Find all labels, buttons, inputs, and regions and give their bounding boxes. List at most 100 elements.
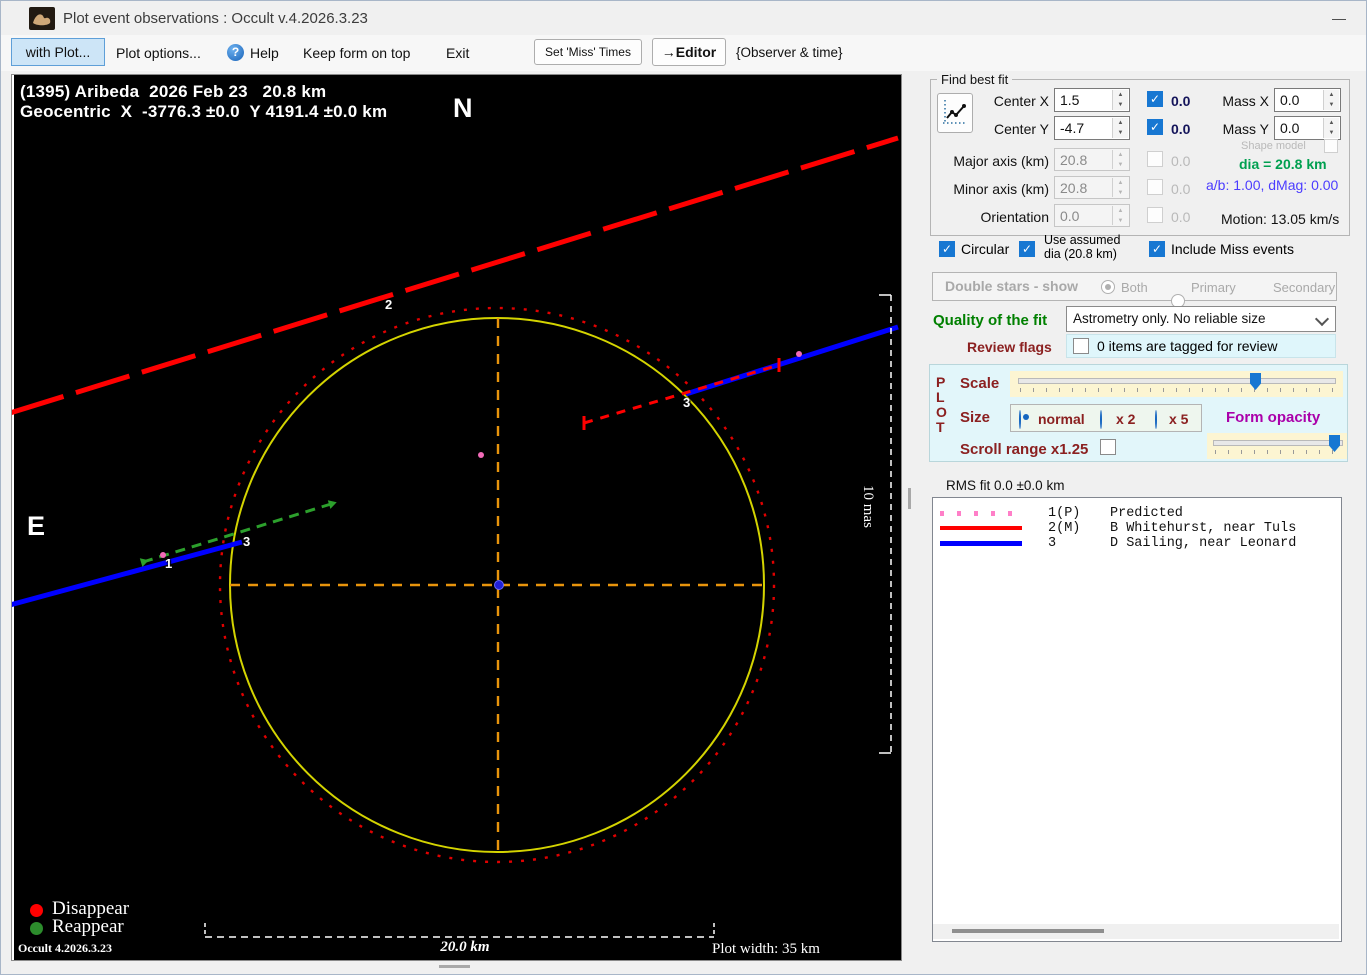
major-axis-value: 20.8 (1060, 152, 1088, 168)
check-icon: ✓ (1149, 92, 1161, 106)
chord-label-3-reappear: 3 (243, 534, 251, 549)
predicted-dot (478, 452, 484, 458)
size-x2-radio[interactable] (1100, 410, 1102, 429)
minor-axis-label: Minor axis (km) (953, 181, 1049, 197)
center-y-error: 0.0 (1171, 121, 1191, 137)
double-secondary-label: Secondary (1273, 280, 1336, 295)
mass-x-value: 0.0 (1280, 92, 1300, 108)
spin-down-icon: ▼ (1117, 218, 1124, 224)
review-flags-checkbox[interactable] (1073, 338, 1089, 354)
motion-label: Motion: 13.05 km/s (1221, 211, 1340, 227)
minor-axis-error: 0.0 (1171, 181, 1191, 197)
title-bar: Plot event observations : Occult v.4.202… (1, 1, 1366, 35)
mass-y-input[interactable]: 0.0 ▲ ▼ (1274, 116, 1341, 140)
horizontal-splitter-handle[interactable] (439, 965, 470, 968)
spin-down-icon: ▼ (1328, 130, 1335, 136)
include-miss-checkbox[interactable]: ✓ (1149, 241, 1165, 257)
hscrollbar-thumb[interactable] (952, 929, 1104, 933)
spin-down-icon: ▼ (1328, 102, 1335, 108)
help-icon[interactable]: ? (227, 44, 244, 61)
center-y-spinner[interactable]: ▲ ▼ (1112, 118, 1128, 138)
plot-controls-panel: P L O T Scale Size normal x 2 x 5 Form o… (929, 364, 1348, 462)
scale-label: Scale (960, 375, 1000, 392)
form-opacity-slider[interactable] (1207, 433, 1347, 459)
mass-x-spinner[interactable]: ▲ ▼ (1323, 90, 1339, 110)
minor-axis-checkbox[interactable] (1147, 179, 1163, 195)
major-axis-spinner: ▲ ▼ (1112, 150, 1128, 169)
plot-title: (1395) Aribeda 2026 Feb 23 20.8 km (20, 82, 327, 101)
center-y-label: Center Y (994, 121, 1049, 137)
compass-east: E (27, 511, 46, 541)
spin-up-icon: ▲ (1117, 92, 1124, 98)
chord-list[interactable]: 1(P) Predicted 2(M) B Whitehurst, near T… (932, 497, 1342, 942)
scalebar-label: 20.0 km (440, 939, 490, 955)
use-assumed-label: Use assumed dia (20.8 km) (1044, 233, 1120, 261)
menu-keep-on-top[interactable]: Keep form on top (303, 41, 410, 65)
center-x-checkbox[interactable]: ✓ (1147, 91, 1163, 107)
orientation-checkbox[interactable] (1147, 207, 1163, 223)
mass-y-spinner[interactable]: ▲ ▼ (1323, 118, 1339, 138)
spin-down-icon: ▼ (1117, 130, 1124, 136)
spin-up-icon: ▲ (1328, 92, 1335, 98)
plot-letter-l: L (936, 389, 945, 405)
chord-3-segment-left[interactable] (12, 539, 243, 608)
menu-with-plot[interactable]: with Plot... (11, 38, 105, 66)
center-y-checkbox[interactable]: ✓ (1147, 119, 1163, 135)
shape-model-checkbox[interactable] (1324, 139, 1338, 153)
center-y-input[interactable]: -4.7 ▲ ▼ (1054, 116, 1130, 140)
quality-dropdown[interactable]: Astrometry only. No reliable size (1066, 306, 1336, 332)
plot-graphics (12, 135, 899, 938)
mass-x-label: Mass X (1222, 93, 1269, 109)
legend-name: Predicted (1110, 506, 1183, 521)
double-both-radio[interactable] (1101, 280, 1115, 294)
size-x5-radio[interactable] (1155, 410, 1157, 429)
center-x-spinner[interactable]: ▲ ▼ (1112, 90, 1128, 110)
major-axis-checkbox[interactable] (1147, 151, 1163, 167)
fit-plot-button[interactable] (937, 93, 973, 133)
spin-up-icon: ▲ (1117, 208, 1124, 214)
legend-swatch-whitehurst (940, 526, 1022, 530)
reappear-error-bar (142, 502, 332, 564)
scale-slider-ticks (1020, 388, 1334, 392)
menu-help[interactable]: Help (250, 41, 279, 65)
reappear-arrow-right (327, 500, 337, 509)
app-window: Plot event observations : Occult v.4.202… (0, 0, 1367, 975)
size-normal-radio[interactable] (1019, 410, 1021, 429)
orientation-label: Orientation (980, 209, 1049, 225)
spin-down-icon: ▼ (1117, 190, 1124, 196)
use-assumed-checkbox[interactable]: ✓ (1019, 241, 1035, 257)
scale-slider-track (1018, 378, 1336, 384)
legend-num: 1(P) (1048, 506, 1081, 521)
menu-plot-options[interactable]: Plot options... (116, 41, 201, 65)
vertical-splitter-handle[interactable] (908, 488, 911, 509)
minimize-icon: — (1332, 10, 1346, 26)
quality-label: Quality of the fit (933, 312, 1048, 329)
major-axis-input: 20.8 ▲ ▼ (1054, 148, 1130, 171)
minor-axis-input: 20.8 ▲ ▼ (1054, 176, 1130, 199)
editor-button[interactable]: →Editor (652, 38, 726, 66)
circular-checkbox[interactable]: ✓ (939, 241, 955, 257)
predicted-dot (796, 351, 802, 357)
chord-list-hscrollbar[interactable] (933, 924, 1339, 939)
spin-up-icon: ▲ (1117, 180, 1124, 186)
legend-name: D Sailing, near Leonard (1110, 536, 1297, 551)
center-x-error: 0.0 (1171, 93, 1191, 109)
size-x2-label: x 2 (1116, 411, 1136, 427)
chord-label-3-disappear: 3 (683, 395, 691, 410)
dia-label: dia = 20.8 km (1239, 156, 1327, 172)
mass-x-input[interactable]: 0.0 ▲ ▼ (1274, 88, 1341, 112)
scroll-range-checkbox[interactable] (1100, 439, 1116, 455)
orientation-value: 0.0 (1060, 208, 1080, 224)
minimize-button[interactable]: — (1319, 5, 1359, 31)
plot-letter-p: P (936, 374, 946, 390)
scale-slider[interactable] (1010, 371, 1343, 397)
find-best-fit-label: Find best fit (937, 72, 1013, 87)
menu-exit[interactable]: Exit (446, 41, 469, 65)
mass-y-value: 0.0 (1280, 120, 1300, 136)
chord-2-whitehurst[interactable] (12, 135, 899, 415)
spin-down-icon: ▼ (1117, 102, 1124, 108)
center-x-input[interactable]: 1.5 ▲ ▼ (1054, 88, 1130, 112)
scroll-range-label: Scroll range x1.25 (960, 441, 1089, 458)
plot-canvas[interactable]: (1395) Aribeda 2026 Feb 23 20.8 km Geoce… (11, 74, 902, 961)
set-miss-times-button[interactable]: Set 'Miss' Times (534, 39, 642, 65)
